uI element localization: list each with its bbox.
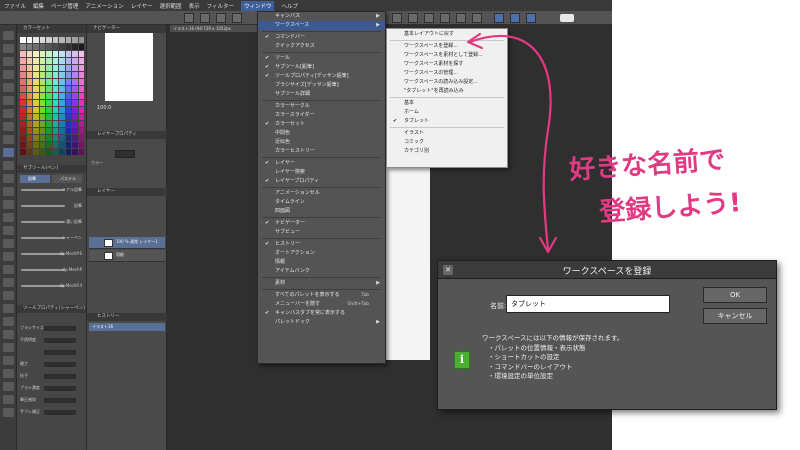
annotation-arrow — [466, 32, 558, 254]
arrow-curve — [468, 34, 552, 252]
